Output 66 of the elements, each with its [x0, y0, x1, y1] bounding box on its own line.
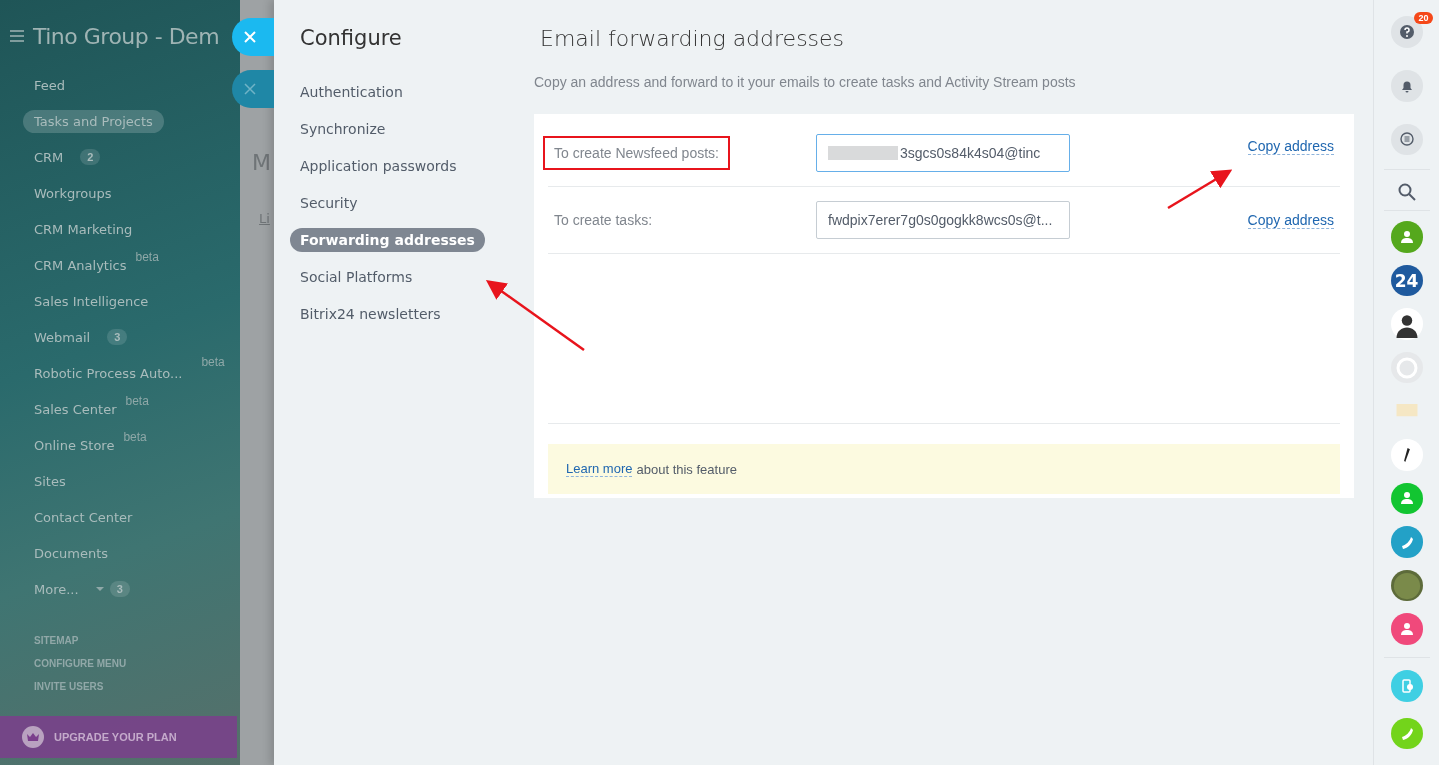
- close-icon: [244, 31, 256, 43]
- settings-nav-item[interactable]: Synchronize: [290, 117, 396, 141]
- settings-nav-item[interactable]: Security: [290, 191, 368, 215]
- beta-tag: beta: [135, 250, 159, 264]
- search-button[interactable]: [1396, 182, 1417, 203]
- sidebar-item[interactable]: Documents: [23, 541, 120, 565]
- address-field[interactable]: fwdpix7erer7g0s0gogkk8wcs0s@t...: [816, 201, 1070, 239]
- sidebar-item[interactable]: More...: [23, 577, 90, 601]
- settings-nav-item[interactable]: Authentication: [290, 80, 413, 104]
- sidebar-item[interactable]: Sales Intelligence: [23, 289, 160, 313]
- notification-badge: 20: [1414, 12, 1433, 24]
- chat-button[interactable]: [1390, 123, 1423, 156]
- settings-nav-item[interactable]: Forwarding addresses: [290, 228, 485, 252]
- avatar[interactable]: [1390, 439, 1423, 471]
- portal-title: Tino Group - Dem: [33, 23, 220, 49]
- settings-nav-item[interactable]: Social Platforms: [290, 265, 423, 289]
- sidebar-item[interactable]: CRM Marketing: [23, 217, 144, 241]
- close-button[interactable]: [232, 70, 274, 108]
- notice-text: about this feature: [636, 461, 737, 477]
- sidebar-item[interactable]: Workgroups: [23, 181, 123, 205]
- sidebar-item[interactable]: Sites: [23, 469, 77, 493]
- user-icon: [1398, 621, 1415, 638]
- sidebar-item[interactable]: Robotic Process Auto...: [23, 361, 194, 385]
- avatar[interactable]: [1390, 308, 1423, 340]
- search-icon: [1396, 182, 1417, 203]
- sidebar-link[interactable]: SITEMAP: [34, 635, 240, 646]
- sidebar-item[interactable]: Contact Center: [23, 505, 144, 529]
- user-icon: [1398, 228, 1415, 245]
- counter: 2: [80, 149, 101, 165]
- crown-icon: [22, 726, 44, 748]
- address-field[interactable]: 3sgcs0s84k4s04@tinc: [816, 134, 1070, 172]
- help-icon: [1398, 24, 1415, 40]
- counter: 3: [109, 581, 130, 597]
- settings-nav-item[interactable]: Application passwords: [290, 154, 467, 178]
- description-text: Copy an address and forward to it your emails to create tasks and Activity Stream posts: [534, 74, 1077, 90]
- sidebar-item[interactable]: Feed: [23, 73, 76, 97]
- device-button[interactable]: [1390, 669, 1423, 702]
- field-label: To create tasks:: [553, 211, 654, 230]
- photo-placeholder: [1391, 570, 1422, 601]
- close-icon: [244, 83, 256, 95]
- user-icon: [1398, 490, 1415, 507]
- learn-more-link[interactable]: Learn more: [566, 461, 633, 477]
- pen-icon: [1403, 447, 1410, 462]
- annotation-arrow: [1167, 169, 1233, 210]
- call-button[interactable]: [1390, 717, 1423, 750]
- field-label: To create Newsfeed posts:: [543, 136, 730, 170]
- copy-address-link[interactable]: Copy address: [1247, 138, 1334, 155]
- notifications-button[interactable]: [1390, 70, 1423, 102]
- beta-tag: beta: [123, 430, 147, 444]
- beta-tag: beta: [125, 394, 149, 408]
- sidebar-link[interactable]: CONFIGURE MENU: [34, 658, 240, 669]
- settings-nav-item[interactable]: Bitrix24 newsletters: [290, 302, 451, 326]
- panel-title: Configure: [299, 26, 403, 50]
- close-button[interactable]: [232, 18, 274, 56]
- counter: 3: [107, 329, 128, 345]
- chat-avatar[interactable]: 24: [1390, 264, 1423, 297]
- sidebar-item[interactable]: Webmail: [23, 325, 102, 349]
- upgrade-plan-button[interactable]: UPGRADE YOUR PLAN: [0, 716, 237, 758]
- menu-icon: [9, 28, 25, 44]
- sidebar-item[interactable]: Tasks and Projects: [23, 109, 164, 133]
- page-title: Email forwarding addresses: [539, 26, 846, 51]
- redaction-block: [828, 146, 898, 160]
- beta-tag: beta: [201, 355, 225, 369]
- sidebar-item[interactable]: CRM: [23, 145, 75, 169]
- copy-address-link[interactable]: Copy address: [1247, 211, 1334, 229]
- sidebar-link[interactable]: INVITE USERS: [34, 681, 240, 692]
